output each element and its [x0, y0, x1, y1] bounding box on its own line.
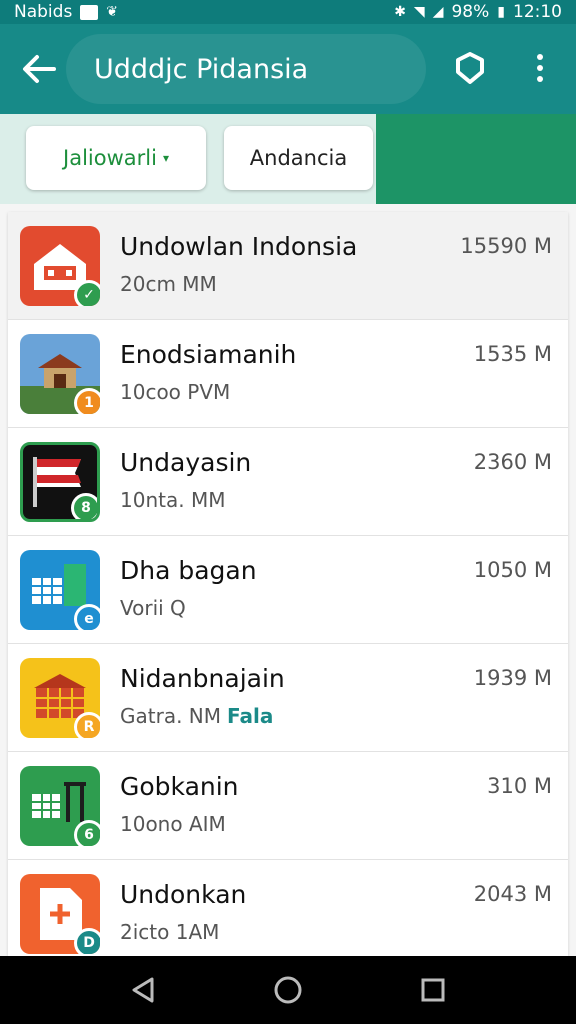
clock: 12:10: [513, 2, 562, 22]
app-size: 1535 M: [473, 342, 552, 366]
app-size: 2360 M: [473, 450, 552, 474]
chevron-down-icon: ▾: [162, 151, 169, 165]
app-icon: 6: [20, 766, 100, 846]
app-title: Nidanbnajain: [120, 664, 285, 693]
app-subtitle: Gatra. NM Fala: [120, 704, 273, 728]
app-tag: Fala: [227, 704, 274, 728]
filter-chip[interactable]: Andancia: [224, 126, 373, 190]
status-badge: e: [74, 604, 100, 630]
app-subtitle: 10nta. MM: [120, 488, 226, 512]
list-item[interactable]: 1 Enodsiamanih 10coo PVM 1535 M: [8, 320, 568, 428]
app-title: Gobkanin: [120, 772, 239, 801]
filter-chip-label: Jaliowarli: [63, 146, 157, 170]
app-title: Undonkan: [120, 880, 247, 909]
app-title: Undayasin: [120, 448, 252, 477]
nav-home-button[interactable]: [268, 970, 308, 1010]
status-badge: D: [74, 928, 100, 954]
app-subtitle: 20cm MM: [120, 272, 217, 296]
filter-row-background: [376, 114, 576, 204]
app-subtitle: Vorii Q: [120, 596, 186, 620]
shield-action-button[interactable]: [448, 46, 492, 90]
filter-chip-selected[interactable]: Jaliowarli ▾: [26, 126, 206, 190]
app-subtitle-text: Gatra. NM: [120, 704, 222, 728]
list-item[interactable]: ✓ Undowlan Indonsia 20cm MM 15590 M: [8, 212, 568, 320]
status-badge: 6: [74, 820, 100, 846]
app-icon: e: [20, 550, 100, 630]
app-icon: ✓: [20, 226, 100, 306]
app-subtitle: 10ono AIM: [120, 812, 226, 836]
circle-home-icon: [274, 976, 302, 1004]
battery-percent: 98%: [451, 2, 490, 22]
page-title: Udddjc Pidansia: [94, 54, 309, 85]
status-bar: Nabids ❦ ✱ ◥ ◢ 98% ▮ 12:10: [0, 0, 576, 24]
triangle-back-icon: [132, 977, 154, 1003]
app-size: 310 M: [487, 774, 552, 798]
status-badge: ✓: [74, 280, 100, 306]
list-item[interactable]: 6 Gobkanin 10ono AIM 310 M: [8, 752, 568, 860]
filter-chip-label: Andancia: [249, 146, 348, 170]
more-vert-icon: [537, 54, 543, 60]
app-title: Dha bagan: [120, 556, 257, 585]
shield-icon: [456, 52, 484, 84]
app-size: 2043 M: [473, 882, 552, 906]
list-item[interactable]: e Dha bagan Vorii Q 1050 M: [8, 536, 568, 644]
notification-icon: [80, 4, 99, 20]
nav-back-button[interactable]: [123, 970, 163, 1010]
app-list: ✓ Undowlan Indonsia 20cm MM 15590 M 1 En…: [8, 212, 568, 956]
battery-icon: ▮: [497, 4, 505, 20]
list-item[interactable]: R Nidanbnajain Gatra. NM Fala 1939 M: [8, 644, 568, 752]
list-item[interactable]: 8 Undayasin 10nta. MM 2360 M: [8, 428, 568, 536]
square-recents-icon: [421, 978, 445, 1002]
more-options-button[interactable]: [520, 46, 560, 90]
filter-row: Jaliowarli ▾ Andancia: [0, 114, 576, 204]
app-size: 15590 M: [460, 234, 552, 258]
carrier-label: Nabids: [14, 2, 73, 22]
app-icon: R: [20, 658, 100, 738]
nav-recents-button[interactable]: [413, 970, 453, 1010]
status-badge: 8: [71, 493, 97, 519]
more-vert-icon-dot: [537, 65, 543, 71]
app-title: Undowlan Indonsia: [120, 232, 358, 261]
bluetooth-icon: ✱: [394, 4, 406, 20]
wifi-icon: ◥: [413, 4, 425, 20]
leaf-notification-icon: ❦: [106, 4, 119, 20]
signal-icon: ◢: [432, 4, 444, 20]
status-badge: 1: [74, 388, 100, 414]
list-item[interactable]: D Undonkan 2icto 1AM 2043 M: [8, 860, 568, 956]
system-nav-bar: [0, 956, 576, 1024]
status-badge: R: [74, 712, 100, 738]
app-title: Enodsiamanih: [120, 340, 297, 369]
app-icon: 8: [20, 442, 100, 522]
app-subtitle: 2icto 1AM: [120, 920, 220, 944]
app-size: 1050 M: [473, 558, 552, 582]
app-bar: Udddjc Pidansia: [0, 24, 576, 114]
app-icon: D: [20, 874, 100, 954]
app-size: 1939 M: [473, 666, 552, 690]
app-subtitle: 10coo PVM: [120, 380, 231, 404]
arrow-left-icon: [23, 55, 56, 83]
app-icon: 1: [20, 334, 100, 414]
more-vert-icon-dot: [537, 76, 543, 82]
